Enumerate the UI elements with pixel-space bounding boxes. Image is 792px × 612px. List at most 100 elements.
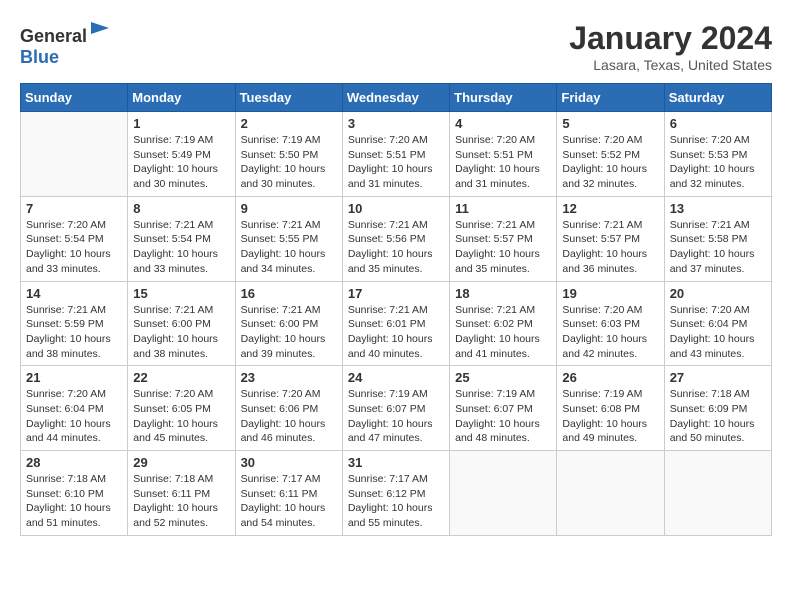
day-number: 11	[455, 201, 551, 216]
calendar-cell: 14 Sunrise: 7:21 AM Sunset: 5:59 PM Dayli…	[21, 281, 128, 366]
title-section: January 2024 Lasara, Texas, United State…	[569, 20, 772, 73]
calendar-title: January 2024	[569, 20, 772, 57]
col-wednesday: Wednesday	[342, 84, 449, 112]
day-info: Sunrise: 7:18 AM Sunset: 6:09 PM Dayligh…	[670, 387, 766, 446]
day-number: 27	[670, 370, 766, 385]
day-number: 6	[670, 116, 766, 131]
day-info: Sunrise: 7:21 AM Sunset: 6:00 PM Dayligh…	[133, 303, 229, 362]
calendar-cell: 30 Sunrise: 7:17 AM Sunset: 6:11 PM Dayli…	[235, 451, 342, 536]
day-number: 5	[562, 116, 658, 131]
day-number: 10	[348, 201, 444, 216]
day-info: Sunrise: 7:20 AM Sunset: 6:04 PM Dayligh…	[26, 387, 122, 446]
day-number: 2	[241, 116, 337, 131]
col-tuesday: Tuesday	[235, 84, 342, 112]
calendar-cell: 31Sunrise: 7:17 AM Sunset: 6:12 PM Dayli…	[342, 451, 449, 536]
day-number: 17	[348, 286, 444, 301]
calendar-cell: 11 Sunrise: 7:21 AM Sunset: 5:57 PM Dayli…	[450, 196, 557, 281]
logo: General Blue	[20, 20, 111, 68]
calendar-cell: 29Sunrise: 7:18 AM Sunset: 6:11 PM Dayli…	[128, 451, 235, 536]
calendar-cell: 13 Sunrise: 7:21 AM Sunset: 5:58 PM Dayli…	[664, 196, 771, 281]
day-info: Sunrise: 7:20 AM Sunset: 5:54 PM Dayligh…	[26, 218, 122, 277]
day-number: 3	[348, 116, 444, 131]
day-number: 12	[562, 201, 658, 216]
col-thursday: Thursday	[450, 84, 557, 112]
day-number: 16	[241, 286, 337, 301]
calendar-cell: 3 Sunrise: 7:20 AM Sunset: 5:51 PM Daylig…	[342, 112, 449, 197]
day-info: Sunrise: 7:21 AM Sunset: 6:00 PM Dayligh…	[241, 303, 337, 362]
calendar-cell: 24Sunrise: 7:19 AM Sunset: 6:07 PM Dayli…	[342, 366, 449, 451]
day-number: 15	[133, 286, 229, 301]
day-number: 23	[241, 370, 337, 385]
calendar-cell: 5 Sunrise: 7:20 AM Sunset: 5:52 PM Daylig…	[557, 112, 664, 197]
day-number: 29	[133, 455, 229, 470]
calendar-table: Sunday Monday Tuesday Wednesday Thursday…	[20, 83, 772, 536]
calendar-week-row: 1 Sunrise: 7:19 AM Sunset: 5:49 PM Daylig…	[21, 112, 772, 197]
calendar-cell: 6 Sunrise: 7:20 AM Sunset: 5:53 PM Daylig…	[664, 112, 771, 197]
calendar-week-row: 21 Sunrise: 7:20 AM Sunset: 6:04 PM Dayli…	[21, 366, 772, 451]
day-info: Sunrise: 7:19 AM Sunset: 6:08 PM Dayligh…	[562, 387, 658, 446]
day-number: 24	[348, 370, 444, 385]
day-number: 22	[133, 370, 229, 385]
calendar-cell	[664, 451, 771, 536]
logo-text-blue: Blue	[20, 47, 59, 67]
day-info: Sunrise: 7:20 AM Sunset: 5:51 PM Dayligh…	[348, 133, 444, 192]
day-info: Sunrise: 7:19 AM Sunset: 5:50 PM Dayligh…	[241, 133, 337, 192]
calendar-cell: 19Sunrise: 7:20 AM Sunset: 6:03 PM Dayli…	[557, 281, 664, 366]
day-number: 30	[241, 455, 337, 470]
day-number: 7	[26, 201, 122, 216]
day-info: Sunrise: 7:20 AM Sunset: 5:52 PM Dayligh…	[562, 133, 658, 192]
col-sunday: Sunday	[21, 84, 128, 112]
day-info: Sunrise: 7:20 AM Sunset: 5:51 PM Dayligh…	[455, 133, 551, 192]
calendar-cell: 27 Sunrise: 7:18 AM Sunset: 6:09 PM Dayli…	[664, 366, 771, 451]
calendar-cell: 28Sunrise: 7:18 AM Sunset: 6:10 PM Dayli…	[21, 451, 128, 536]
calendar-cell: 18 Sunrise: 7:21 AM Sunset: 6:02 PM Dayli…	[450, 281, 557, 366]
day-number: 25	[455, 370, 551, 385]
calendar-cell: 4Sunrise: 7:20 AM Sunset: 5:51 PM Daylig…	[450, 112, 557, 197]
calendar-week-row: 7 Sunrise: 7:20 AM Sunset: 5:54 PM Daylig…	[21, 196, 772, 281]
calendar-week-row: 28Sunrise: 7:18 AM Sunset: 6:10 PM Dayli…	[21, 451, 772, 536]
logo-text-general: General	[20, 26, 87, 46]
day-info: Sunrise: 7:20 AM Sunset: 5:53 PM Dayligh…	[670, 133, 766, 192]
calendar-cell: 15 Sunrise: 7:21 AM Sunset: 6:00 PM Dayli…	[128, 281, 235, 366]
calendar-subtitle: Lasara, Texas, United States	[569, 57, 772, 73]
day-info: Sunrise: 7:20 AM Sunset: 6:04 PM Dayligh…	[670, 303, 766, 362]
col-saturday: Saturday	[664, 84, 771, 112]
col-friday: Friday	[557, 84, 664, 112]
day-number: 18	[455, 286, 551, 301]
day-info: Sunrise: 7:21 AM Sunset: 5:56 PM Dayligh…	[348, 218, 444, 277]
day-info: Sunrise: 7:21 AM Sunset: 5:57 PM Dayligh…	[562, 218, 658, 277]
day-info: Sunrise: 7:20 AM Sunset: 6:03 PM Dayligh…	[562, 303, 658, 362]
calendar-cell: 25Sunrise: 7:19 AM Sunset: 6:07 PM Dayli…	[450, 366, 557, 451]
calendar-cell: 20Sunrise: 7:20 AM Sunset: 6:04 PM Dayli…	[664, 281, 771, 366]
day-info: Sunrise: 7:21 AM Sunset: 5:58 PM Dayligh…	[670, 218, 766, 277]
day-number: 21	[26, 370, 122, 385]
calendar-week-row: 14 Sunrise: 7:21 AM Sunset: 5:59 PM Dayli…	[21, 281, 772, 366]
calendar-cell: 2 Sunrise: 7:19 AM Sunset: 5:50 PM Daylig…	[235, 112, 342, 197]
calendar-cell: 21 Sunrise: 7:20 AM Sunset: 6:04 PM Dayli…	[21, 366, 128, 451]
col-monday: Monday	[128, 84, 235, 112]
page-header: General Blue January 2024 Lasara, Texas,…	[20, 20, 772, 73]
day-info: Sunrise: 7:19 AM Sunset: 5:49 PM Dayligh…	[133, 133, 229, 192]
day-info: Sunrise: 7:17 AM Sunset: 6:11 PM Dayligh…	[241, 472, 337, 531]
day-info: Sunrise: 7:21 AM Sunset: 6:01 PM Dayligh…	[348, 303, 444, 362]
day-info: Sunrise: 7:17 AM Sunset: 6:12 PM Dayligh…	[348, 472, 444, 531]
calendar-cell	[21, 112, 128, 197]
calendar-cell: 17 Sunrise: 7:21 AM Sunset: 6:01 PM Dayli…	[342, 281, 449, 366]
day-info: Sunrise: 7:21 AM Sunset: 5:55 PM Dayligh…	[241, 218, 337, 277]
day-info: Sunrise: 7:18 AM Sunset: 6:10 PM Dayligh…	[26, 472, 122, 531]
calendar-cell: 16 Sunrise: 7:21 AM Sunset: 6:00 PM Dayli…	[235, 281, 342, 366]
day-info: Sunrise: 7:21 AM Sunset: 5:59 PM Dayligh…	[26, 303, 122, 362]
day-number: 13	[670, 201, 766, 216]
day-number: 1	[133, 116, 229, 131]
day-number: 9	[241, 201, 337, 216]
calendar-cell: 10 Sunrise: 7:21 AM Sunset: 5:56 PM Dayli…	[342, 196, 449, 281]
calendar-cell: 1 Sunrise: 7:19 AM Sunset: 5:49 PM Daylig…	[128, 112, 235, 197]
day-number: 14	[26, 286, 122, 301]
day-info: Sunrise: 7:20 AM Sunset: 6:05 PM Dayligh…	[133, 387, 229, 446]
day-number: 8	[133, 201, 229, 216]
day-info: Sunrise: 7:20 AM Sunset: 6:06 PM Dayligh…	[241, 387, 337, 446]
day-info: Sunrise: 7:21 AM Sunset: 5:57 PM Dayligh…	[455, 218, 551, 277]
day-info: Sunrise: 7:21 AM Sunset: 6:02 PM Dayligh…	[455, 303, 551, 362]
calendar-cell: 12 Sunrise: 7:21 AM Sunset: 5:57 PM Dayli…	[557, 196, 664, 281]
calendar-cell: 26Sunrise: 7:19 AM Sunset: 6:08 PM Dayli…	[557, 366, 664, 451]
